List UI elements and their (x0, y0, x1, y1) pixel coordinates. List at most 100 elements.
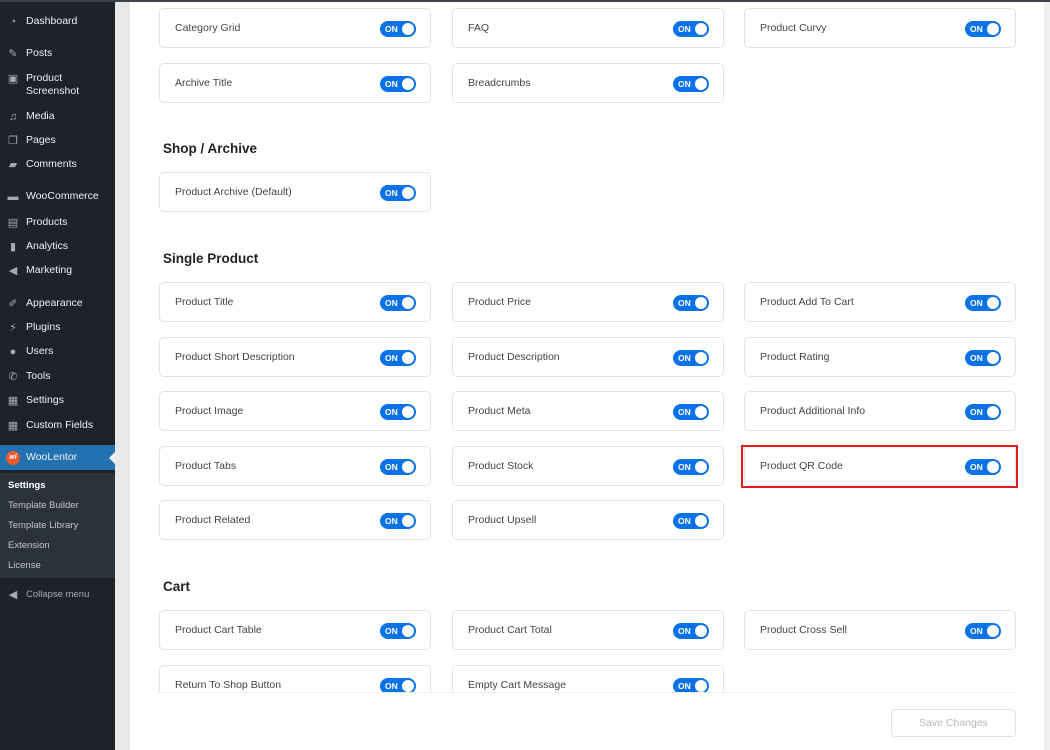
module-toggle[interactable]: ON (673, 459, 709, 475)
toggle-state-label: ON (385, 298, 398, 308)
toggle-state-label: ON (385, 626, 398, 636)
module-toggle[interactable]: ON (673, 76, 709, 92)
module-card: Breadcrumbs ON (452, 63, 724, 103)
module-toggle[interactable]: ON (673, 350, 709, 366)
module-label: Product Cart Total (468, 624, 552, 636)
module-label: Empty Cart Message (468, 679, 567, 691)
sidebar-item-settings[interactable]: ▦ Settings (0, 394, 115, 408)
module-label: Product Description (468, 351, 560, 363)
module-toggle[interactable]: ON (380, 623, 416, 639)
toggle-knob (402, 78, 414, 90)
module-label: Product Rating (760, 351, 830, 363)
module-toggle[interactable]: ON (380, 185, 416, 201)
toggle-knob (695, 297, 707, 309)
toggle-knob (695, 625, 707, 637)
module-toggle[interactable]: ON (380, 21, 416, 37)
module-toggle[interactable]: ON (380, 513, 416, 529)
sidebar-item-plugins[interactable]: ⚡ Plugins (0, 321, 115, 335)
toggle-state-label: ON (970, 24, 983, 34)
module-label: Return To Shop Button (175, 679, 282, 691)
module-toggle[interactable]: ON (965, 295, 1001, 311)
module-card: Product Rating ON (744, 337, 1016, 377)
module-toggle[interactable]: ON (965, 350, 1001, 366)
submenu-item-license[interactable]: License (8, 560, 41, 571)
module-card: Product QR Code ON (744, 446, 1016, 486)
sidebar-item-label: Products (26, 216, 68, 228)
save-changes-button[interactable]: Save Changes (891, 709, 1016, 737)
module-toggle[interactable]: ON (380, 350, 416, 366)
toggle-knob (987, 297, 999, 309)
toggle-state-label: ON (678, 298, 691, 308)
toggle-state-label: ON (970, 298, 983, 308)
section-title-cart: Cart (163, 579, 191, 594)
image-icon: ▣ (7, 72, 19, 85)
module-label: Product Image (175, 405, 244, 417)
toggle-state-label: ON (385, 516, 398, 526)
submenu-item-template-builder[interactable]: Template Builder (8, 500, 79, 511)
toggle-knob (402, 515, 414, 527)
sidebar-item-appearance[interactable]: ✐ Appearance (0, 297, 115, 311)
module-toggle[interactable]: ON (673, 404, 709, 420)
toggle-knob (987, 352, 999, 364)
module-card: Product Cart Table ON (159, 610, 431, 650)
module-toggle[interactable]: ON (380, 76, 416, 92)
module-card: Product Upsell ON (452, 500, 724, 540)
module-label: Product Tabs (175, 460, 237, 472)
woolentor-logo: wl (6, 450, 20, 465)
module-toggle[interactable]: ON (965, 459, 1001, 475)
sidebar-item-custom-fields[interactable]: ▦ Custom Fields (0, 419, 115, 433)
sidebar-item-products[interactable]: ▤ Products (0, 216, 115, 230)
collapse-menu-button[interactable]: ◀ Collapse menu (0, 588, 115, 602)
module-card: Archive Title ON (159, 63, 431, 103)
toggle-state-label: ON (678, 681, 691, 691)
sidebar-item-comments[interactable]: ▰ Comments (0, 158, 115, 172)
submenu-item-template-library[interactable]: Template Library (8, 520, 78, 531)
module-toggle[interactable]: ON (673, 513, 709, 529)
sidebar-item-dashboard[interactable]: ◔ Dashboard (0, 15, 115, 29)
module-toggle[interactable]: ON (965, 21, 1001, 37)
submenu-item-extension[interactable]: Extension (8, 540, 50, 551)
module-toggle[interactable]: ON (965, 404, 1001, 420)
sidebar-item-analytics[interactable]: ▮ Analytics (0, 240, 115, 254)
brush-icon: ✐ (8, 297, 18, 310)
toggle-knob (987, 23, 999, 35)
sidebar-item-marketing[interactable]: ◀ Marketing (0, 264, 115, 278)
module-label: Archive Title (175, 77, 233, 89)
module-toggle[interactable]: ON (380, 404, 416, 420)
module-label: Product Title (175, 296, 234, 308)
woo-icon: ▬ (7, 190, 19, 203)
sidebar-item-pages[interactable]: ❐ Pages (0, 134, 115, 148)
toggle-knob (402, 461, 414, 473)
module-card: Product Image ON (159, 391, 431, 431)
toggle-knob (695, 352, 707, 364)
section-title-shop-archive: Shop / Archive (163, 141, 258, 156)
sidebar-item-product-screenshot[interactable]: ▣ Product Screenshot (0, 72, 115, 98)
module-toggle[interactable]: ON (673, 623, 709, 639)
toggle-knob (987, 406, 999, 418)
module-card: Product Price ON (452, 282, 724, 322)
module-label: Product Short Description (175, 351, 295, 363)
toggle-state-label: ON (970, 462, 983, 472)
toggle-knob (695, 680, 707, 692)
sidebar-item-users[interactable]: ● Users (0, 345, 115, 359)
sidebar-item-woocommerce[interactable]: ▬ WooCommerce (0, 190, 115, 204)
archive-icon: ▤ (7, 216, 19, 229)
sidebar-item-media[interactable]: ♫ Media (0, 110, 115, 124)
module-card: Product Curvy ON (744, 8, 1016, 48)
module-toggle[interactable]: ON (673, 295, 709, 311)
toggle-knob (695, 406, 707, 418)
sidebar-item-woolentor[interactable]: wl WooLentor (0, 445, 115, 470)
module-toggle[interactable]: ON (380, 295, 416, 311)
sidebar-item-posts[interactable]: ✎ Posts (0, 47, 115, 61)
module-toggle[interactable]: ON (380, 459, 416, 475)
module-toggle[interactable]: ON (673, 21, 709, 37)
sidebar-item-tools[interactable]: ✆ Tools (0, 370, 115, 384)
woolentor-logo-icon: wl (6, 450, 20, 465)
module-toggle[interactable]: ON (965, 623, 1001, 639)
section-title-single-product: Single Product (163, 251, 259, 266)
footer-divider (158, 692, 1016, 693)
toggle-state-label: ON (678, 516, 691, 526)
submenu-item-settings[interactable]: Settings (8, 480, 45, 491)
module-label: Product Upsell (468, 514, 537, 526)
toggle-state-label: ON (385, 462, 398, 472)
